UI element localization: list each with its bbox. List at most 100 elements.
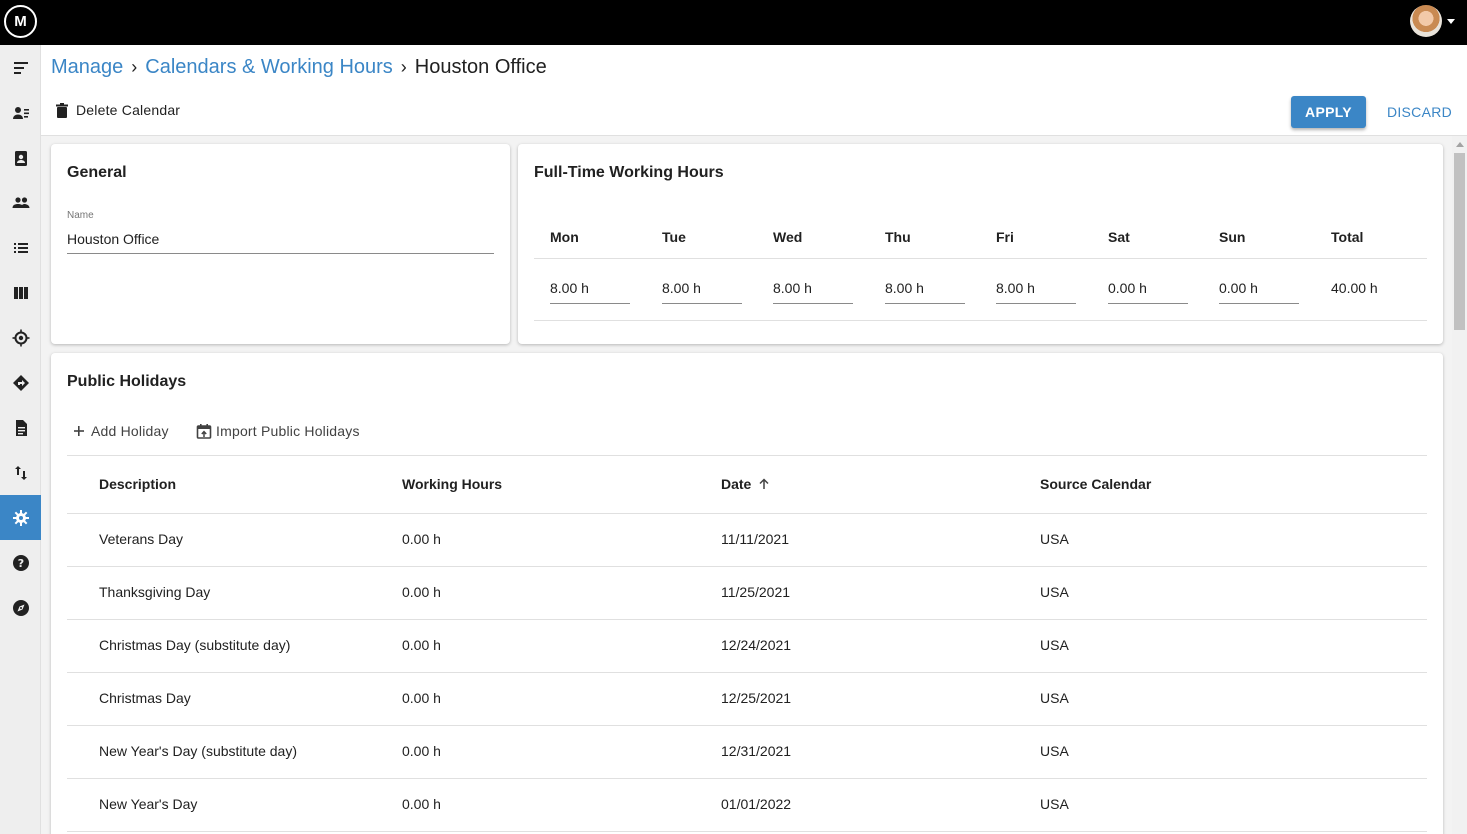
menu-icon	[13, 61, 28, 74]
column-header-description[interactable]: Description	[99, 476, 176, 492]
breadcrumb-link-manage[interactable]: Manage	[51, 56, 123, 79]
row-divider	[67, 672, 1427, 673]
table-divider	[67, 455, 1427, 456]
day-header-wed: Wed	[773, 229, 803, 245]
holiday-date: 12/25/2021	[721, 690, 792, 706]
trash-icon	[56, 102, 68, 118]
general-card: General Name Houston Office	[51, 144, 510, 344]
sidebar-item-targets[interactable]	[0, 315, 41, 360]
caret-down-icon[interactable]	[1447, 19, 1455, 24]
holiday-description[interactable]: New Year's Day	[99, 796, 197, 812]
day-header-tue: Tue	[662, 229, 686, 245]
delete-calendar-label: Delete Calendar	[76, 102, 181, 118]
import-holidays-button[interactable]: Import Public Holidays	[196, 423, 360, 439]
document-icon	[15, 419, 27, 436]
hours-input-wed[interactable]: 8.00 h	[773, 280, 853, 304]
holiday-source: USA	[1040, 690, 1069, 706]
row-divider	[67, 725, 1427, 726]
discard-button[interactable]: DISCARD	[1381, 96, 1458, 128]
add-holiday-button[interactable]: Add Holiday	[71, 423, 169, 439]
content-area: General Name Houston Office Full-Time Wo…	[41, 136, 1467, 834]
calendar-import-icon	[196, 424, 212, 439]
day-header-fri: Fri	[996, 229, 1014, 245]
help-icon: ?	[12, 554, 29, 571]
holiday-date: 12/24/2021	[721, 637, 792, 653]
holiday-source: USA	[1040, 637, 1069, 653]
hours-input-tue[interactable]: 8.00 h	[662, 280, 742, 304]
breadcrumb-link-calendars[interactable]: Calendars & Working Hours	[145, 56, 393, 79]
sidebar-item-assignments[interactable]	[0, 135, 41, 180]
hours-divider	[534, 320, 1427, 321]
holiday-date: 01/01/2022	[721, 796, 792, 812]
hours-input-sat[interactable]: 0.00 h	[1108, 280, 1188, 304]
hours-input-fri[interactable]: 8.00 h	[996, 280, 1076, 304]
public-holidays-title: Public Holidays	[67, 373, 187, 390]
sidebar-item-directions[interactable]	[0, 360, 41, 405]
sidebar-item-settings[interactable]	[0, 495, 41, 540]
holiday-description[interactable]: Christmas Day	[99, 690, 191, 706]
vertical-scrollbar[interactable]	[1452, 136, 1467, 834]
public-holidays-card: Public Holidays Add Holiday Import Publi…	[51, 353, 1443, 834]
app-logo[interactable]: M	[4, 5, 37, 38]
table-divider	[67, 513, 1427, 514]
sidebar-item-people-list[interactable]	[0, 90, 41, 135]
holiday-source: USA	[1040, 796, 1069, 812]
column-header-working-hours[interactable]: Working Hours	[402, 476, 502, 492]
working-hours-card: Full-Time Working Hours Mon Tue Wed Thu …	[518, 144, 1443, 344]
sidebar-item-explore[interactable]	[0, 585, 41, 630]
hours-input-mon[interactable]: 8.00 h	[550, 280, 630, 304]
import-holidays-label: Import Public Holidays	[216, 423, 360, 439]
hours-input-sun[interactable]: 0.00 h	[1219, 280, 1299, 304]
holiday-description[interactable]: Christmas Day (substitute day)	[99, 637, 290, 653]
directions-icon	[12, 374, 29, 391]
swap-vertical-icon	[14, 465, 27, 480]
hours-input-thu[interactable]: 8.00 h	[885, 280, 965, 304]
page-header: Manage › Calendars & Working Hours › Hou…	[41, 45, 1467, 136]
holiday-description[interactable]: Thanksgiving Day	[99, 584, 210, 600]
total-hours-value: 40.00 h	[1331, 280, 1378, 296]
add-holiday-label: Add Holiday	[91, 423, 169, 439]
sidebar-item-transfers[interactable]	[0, 450, 41, 495]
apply-button[interactable]: APPLY	[1291, 96, 1366, 128]
holiday-date: 12/31/2021	[721, 743, 792, 759]
top-bar: M	[0, 0, 1467, 45]
breadcrumb: Manage › Calendars & Working Hours › Hou…	[51, 56, 547, 79]
holiday-hours: 0.00 h	[402, 743, 441, 759]
scroll-up-arrow-icon[interactable]	[1456, 142, 1464, 147]
column-header-date[interactable]: Date	[721, 476, 771, 492]
sidebar-item-documents[interactable]	[0, 405, 41, 450]
holiday-hours: 0.00 h	[402, 584, 441, 600]
holiday-hours: 0.00 h	[402, 531, 441, 547]
sidebar: ?	[0, 45, 41, 834]
day-header-sat: Sat	[1108, 229, 1130, 245]
people-icon	[12, 196, 29, 208]
holiday-hours: 0.00 h	[402, 690, 441, 706]
sidebar-item-menu[interactable]	[0, 45, 41, 90]
name-field-label: Name	[67, 210, 94, 221]
holiday-description[interactable]: New Year's Day (substitute day)	[99, 743, 297, 759]
sort-ascending-icon	[759, 478, 769, 489]
plus-icon	[74, 426, 84, 436]
gear-icon	[12, 509, 29, 526]
svg-text:?: ?	[17, 557, 23, 570]
holiday-date: 11/11/2021	[721, 531, 789, 547]
scrollbar-thumb[interactable]	[1454, 153, 1465, 330]
row-divider	[67, 778, 1427, 779]
person-list-icon	[12, 106, 29, 119]
compass-icon	[12, 599, 29, 616]
user-avatar[interactable]	[1410, 5, 1442, 37]
sidebar-item-teams[interactable]	[0, 180, 41, 225]
column-header-source-calendar[interactable]: Source Calendar	[1040, 476, 1151, 492]
target-icon	[12, 329, 29, 346]
chevron-right-icon: ›	[400, 57, 407, 77]
sidebar-item-list[interactable]	[0, 225, 41, 270]
sidebar-item-board[interactable]	[0, 270, 41, 315]
delete-calendar-button[interactable]: Delete Calendar	[55, 102, 180, 118]
list-icon	[13, 242, 28, 253]
sidebar-item-help[interactable]: ?	[0, 540, 41, 585]
holiday-date: 11/25/2021	[721, 584, 791, 600]
holiday-description[interactable]: Veterans Day	[99, 531, 183, 547]
name-field[interactable]: Houston Office	[67, 231, 494, 254]
total-header: Total	[1331, 229, 1364, 245]
holiday-source: USA	[1040, 584, 1069, 600]
